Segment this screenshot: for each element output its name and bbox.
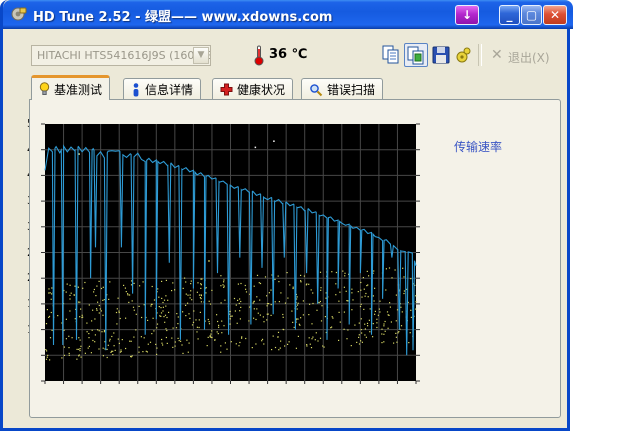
- maximize-button[interactable]: ▢: [521, 5, 542, 25]
- drive-selector[interactable]: HITACHI HTS541616J9S (160 GB): [31, 45, 211, 66]
- tab-label: 信息详情: [145, 83, 194, 97]
- copy-icon: [382, 45, 399, 64]
- screen: HD Tune 2.52 - 绿盟—— www.xdowns.com ↓ _ ▢…: [0, 0, 640, 431]
- tab-label: 错误扫描: [327, 83, 376, 97]
- tab-benchmark[interactable]: 基准测试: [31, 75, 111, 100]
- minimize-button[interactable]: _: [499, 5, 520, 25]
- plot-area: [41, 123, 420, 384]
- magnifier-icon: [310, 83, 323, 96]
- options-icon: [456, 47, 471, 63]
- temperature-value: 36 ℃: [269, 47, 308, 62]
- exit-button[interactable]: 退出(X): [508, 49, 550, 66]
- copy-button[interactable]: [379, 43, 403, 67]
- tab-label: 基准测试: [54, 82, 103, 97]
- options-button[interactable]: [452, 43, 476, 67]
- tab-label: 健康状况: [237, 83, 286, 97]
- health-cross-icon: [220, 83, 233, 96]
- tab-error-scan[interactable]: 错误扫描: [301, 78, 384, 100]
- screenshot-icon: [407, 46, 424, 65]
- thermometer-icon: [254, 45, 264, 66]
- close-button[interactable]: ✕: [543, 5, 567, 25]
- info-icon: [133, 82, 139, 96]
- bulb-icon: [39, 82, 50, 95]
- chevron-down-icon[interactable]: ▼: [193, 47, 209, 64]
- download-button[interactable]: ↓: [455, 5, 479, 25]
- benchmark-chart: [41, 123, 420, 384]
- transfer-rate-group-title: 传输速率: [451, 138, 506, 155]
- save-icon: [432, 46, 450, 64]
- exit-icon: ✕: [491, 47, 503, 63]
- toolbar-separator: [478, 44, 482, 66]
- hdtune-window: HD Tune 2.52 - 绿盟—— www.xdowns.com ↓ _ ▢…: [0, 0, 573, 431]
- tab-info[interactable]: 信息详情: [123, 78, 202, 100]
- app-icon: [11, 7, 27, 21]
- save-button[interactable]: [429, 43, 453, 67]
- window-title: HD Tune 2.52 - 绿盟—— www.xdowns.com: [33, 10, 333, 25]
- title-bar[interactable]: HD Tune 2.52 - 绿盟—— www.xdowns.com ↓ _ ▢…: [3, 0, 573, 29]
- screenshot-button[interactable]: [404, 43, 428, 67]
- tab-health[interactable]: 健康状况: [212, 78, 294, 100]
